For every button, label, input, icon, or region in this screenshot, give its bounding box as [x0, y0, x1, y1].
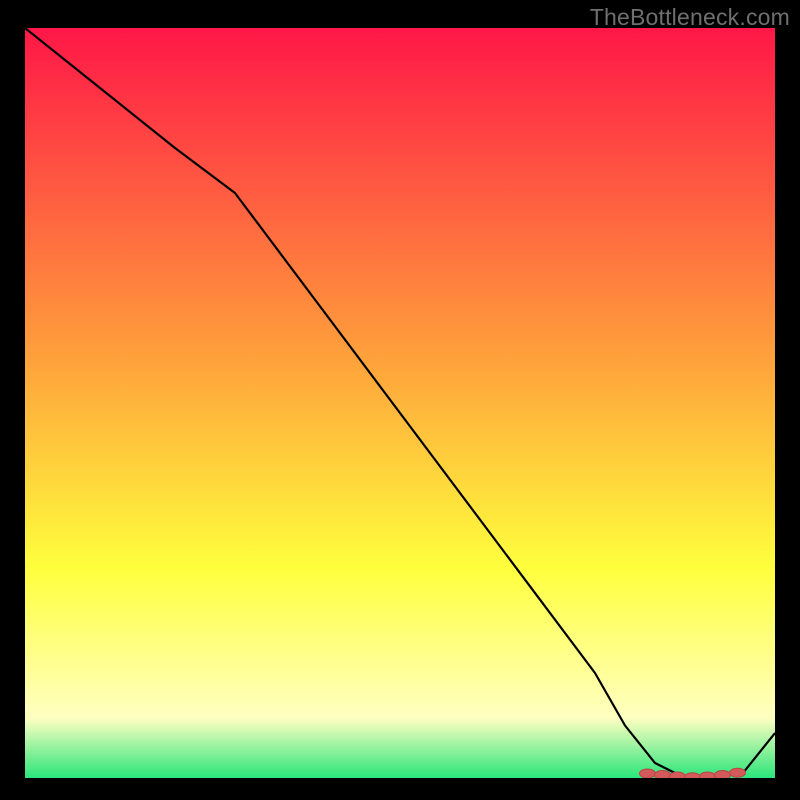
- optimal-marker: [640, 769, 656, 778]
- optimal-marker: [685, 773, 701, 782]
- optimal-marker: [655, 771, 671, 780]
- chart-stage: { "watermark": "TheBottleneck.com", "pal…: [0, 0, 800, 800]
- plot-background: [25, 28, 775, 778]
- optimal-marker: [715, 771, 731, 780]
- optimal-marker: [700, 772, 716, 781]
- watermark-text: TheBottleneck.com: [590, 4, 790, 31]
- optimal-marker: [730, 768, 746, 777]
- optimal-marker: [670, 772, 686, 781]
- chart-svg: [0, 0, 800, 800]
